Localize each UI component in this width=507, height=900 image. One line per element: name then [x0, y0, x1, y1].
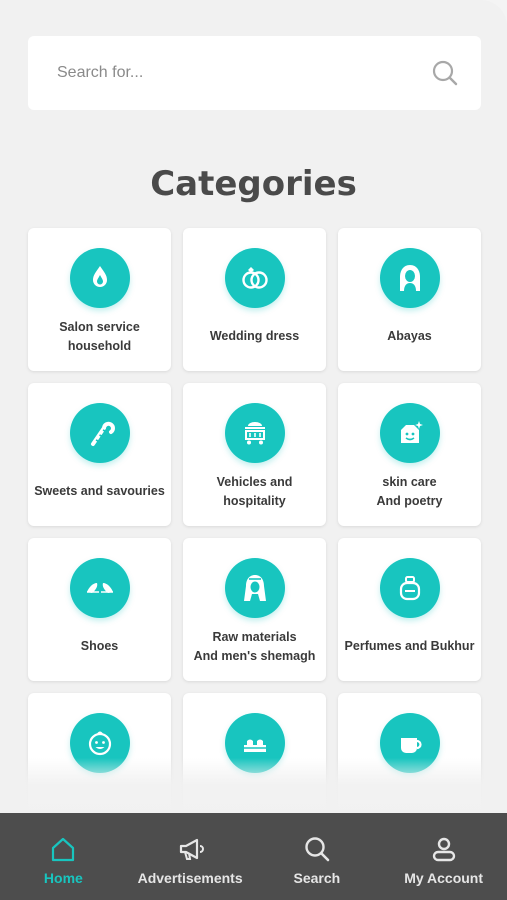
veiled-woman-icon	[399, 265, 420, 291]
category-card-vehicles[interactable]: Vehicles and hospitality	[183, 383, 326, 526]
child-face-icon	[88, 731, 111, 756]
category-label: Salon service household	[59, 319, 140, 353]
category-card-shoes[interactable]: Shoes	[28, 538, 171, 681]
nav-label: Advertisements	[137, 870, 243, 886]
megaphone-icon	[180, 838, 205, 860]
nav-item-home[interactable]: Home	[0, 813, 127, 900]
candy-cane-icon	[90, 421, 115, 446]
category-label: Abayas	[387, 329, 432, 343]
face-cream-icon	[400, 421, 423, 443]
category-card-skin-care[interactable]: skin care And poetry	[338, 383, 481, 526]
coffee-cup-icon	[400, 738, 422, 753]
category-grid: Salon service household Wedding dress Ab…	[28, 228, 482, 836]
category-card-abayas[interactable]: Abayas	[338, 228, 481, 371]
nav-item-advertisements[interactable]: Advertisements	[127, 813, 254, 900]
category-card-wedding-dress[interactable]: Wedding dress	[183, 228, 326, 371]
home-icon	[52, 837, 75, 862]
category-label: Shoes	[80, 639, 119, 653]
bottom-navigation: Home Advertisements Search My Account	[0, 813, 507, 900]
category-icon-badge	[69, 558, 130, 618]
flame-drop-icon	[92, 266, 107, 287]
category-card-salon[interactable]: Salon service household	[28, 228, 171, 371]
search-icon[interactable]	[431, 59, 459, 87]
page-title: Categories	[150, 164, 357, 204]
category-icon-badge	[224, 713, 285, 773]
category-label: Vehicles and hospitality	[216, 474, 293, 508]
category-icon-badge	[69, 403, 130, 463]
category-icon-badge	[224, 403, 285, 463]
category-card-sweets[interactable]: Sweets and savouries	[28, 383, 171, 526]
nav-label: My Account	[404, 870, 484, 886]
category-icon-badge	[224, 558, 285, 618]
category-icon-badge	[379, 403, 440, 463]
category-icon-badge	[69, 713, 130, 773]
perfume-bottle-icon	[399, 576, 420, 601]
category-label: Perfumes and Bukhur	[344, 639, 475, 653]
category-card-perfumes[interactable]: Perfumes and Bukhur	[338, 538, 481, 681]
nav-item-search[interactable]: Search	[254, 813, 381, 900]
category-label: Wedding dress	[209, 329, 300, 343]
search-bar[interactable]	[28, 36, 481, 110]
search-icon	[305, 837, 330, 862]
user-icon	[432, 837, 455, 862]
category-icon-badge	[379, 713, 440, 773]
category-icon-badge	[224, 248, 285, 308]
shoes-icon	[86, 583, 113, 593]
category-icon-badge	[379, 248, 440, 308]
category-icon-badge	[379, 558, 440, 618]
nav-label: Search	[293, 870, 341, 886]
nav-label: Home	[43, 870, 83, 886]
nav-item-my-account[interactable]: My Account	[380, 813, 507, 900]
category-card-raw-materials[interactable]: Raw materials And men's shemagh	[183, 538, 326, 681]
category-label: Raw materials And men's shemagh	[193, 629, 316, 663]
app-screen: Categories Salon service household Weddi…	[0, 0, 507, 900]
category-label: Sweets and savouries	[34, 484, 165, 498]
man-shemagh-icon	[243, 575, 266, 601]
search-input[interactable]	[57, 64, 431, 82]
wedding-rings-icon	[241, 267, 268, 289]
category-label: skin care And poetry	[376, 474, 443, 508]
category-icon-badge	[69, 248, 130, 308]
cake-icon	[243, 739, 266, 752]
serving-cart-icon	[244, 422, 265, 445]
